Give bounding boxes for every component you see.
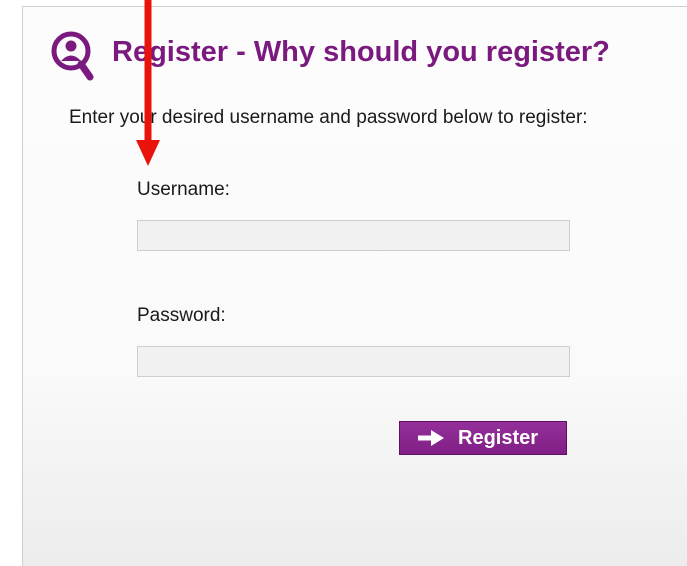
password-field[interactable] xyxy=(137,346,570,377)
red-arrow-down-icon xyxy=(136,0,160,166)
username-label: Username: xyxy=(137,179,230,200)
password-label: Password: xyxy=(137,305,226,326)
right-arrow-icon xyxy=(418,430,444,446)
page-title: Register - Why should you register? xyxy=(112,36,610,68)
register-button[interactable]: Register xyxy=(399,421,567,455)
username-field[interactable] xyxy=(137,220,570,251)
register-button-label: Register xyxy=(458,426,539,449)
magnifier-person-icon xyxy=(51,31,94,81)
register-panel xyxy=(22,6,687,566)
